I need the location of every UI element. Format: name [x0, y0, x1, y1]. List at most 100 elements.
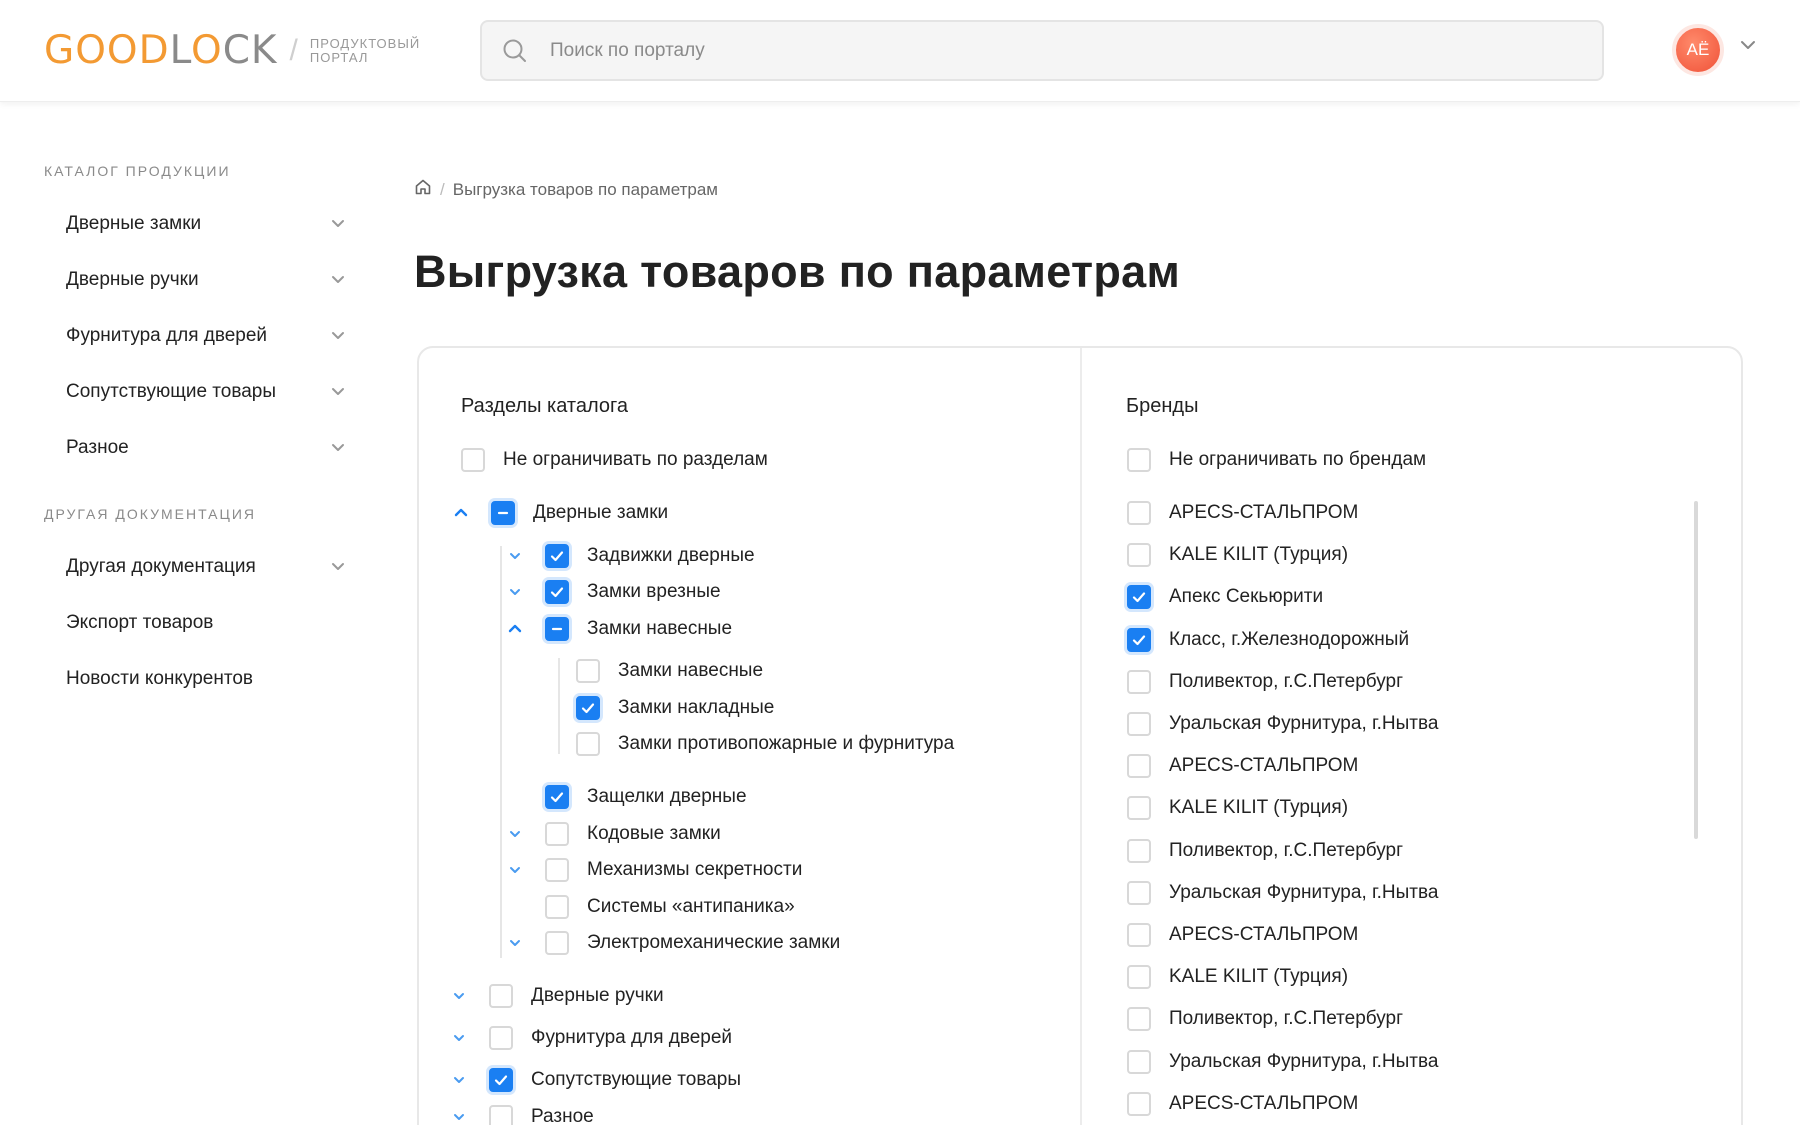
chevron-down-icon[interactable] — [330, 328, 346, 344]
brand-checkbox[interactable] — [1127, 796, 1151, 821]
checkbox-label: Замки противопожарные и фурнитура — [618, 733, 955, 754]
brand-row[interactable]: KALE KILIT (Турция) — [1127, 543, 1348, 568]
brand-row[interactable]: Уральская Фурнитура, г.Нытва — [1127, 712, 1438, 736]
section-checkbox[interactable] — [545, 895, 569, 919]
brand-checkbox[interactable] — [1127, 1007, 1151, 1032]
brand-row[interactable]: APECS-СТАЛЬПРОМ — [1127, 754, 1358, 779]
catalog-no-limit-row[interactable]: Не ограничивать по разделам — [461, 448, 768, 472]
section-checkbox[interactable] — [491, 501, 515, 525]
catalog-section-row[interactable]: Электромеханические замки — [545, 931, 840, 955]
sidebar-item-related-goods[interactable]: Сопутствующие товары — [66, 381, 346, 403]
chevron-up-icon[interactable] — [507, 621, 523, 637]
catalog-section-row[interactable]: Кодовые замки — [545, 822, 721, 846]
catalog-section-row[interactable]: Механизмы секретности — [545, 858, 802, 882]
chevron-down-icon[interactable] — [330, 440, 346, 456]
brand-row[interactable]: APECS-СТАЛЬПРОМ — [1127, 923, 1358, 947]
brand-checkbox[interactable] — [1127, 1091, 1151, 1116]
chevron-down-icon[interactable] — [507, 862, 523, 878]
sidebar-item-competitor-news[interactable]: Новости конкурентов — [66, 668, 346, 690]
sidebar-item-door-locks[interactable]: Дверные замки — [66, 213, 346, 235]
brand-row[interactable]: Класс, г.Железнодорожный — [1127, 627, 1409, 652]
section-checkbox[interactable] — [576, 696, 600, 720]
sidebar-item-export[interactable]: Экспорт товаров — [66, 612, 346, 634]
section-checkbox[interactable] — [576, 732, 600, 756]
chevron-down-icon[interactable] — [507, 935, 523, 951]
chevron-down-icon[interactable] — [1738, 38, 1758, 57]
section-checkbox[interactable] — [545, 822, 569, 846]
brand-row[interactable]: Поливектор, г.С.Петербург — [1127, 1007, 1403, 1032]
catalog-section-row[interactable]: Дверные замки — [491, 501, 668, 525]
section-checkbox[interactable] — [545, 785, 569, 809]
catalog-section-row[interactable]: Разное — [489, 1105, 594, 1125]
sidebar-item-label: Дверные ручки — [66, 269, 199, 290]
section-checkbox[interactable] — [545, 544, 569, 568]
chevron-down-icon[interactable] — [330, 272, 346, 288]
brand-checkbox[interactable] — [1127, 501, 1151, 525]
catalog-section-row[interactable]: Замки противопожарные и фурнитура — [576, 732, 954, 756]
goodlock-logo[interactable]: GOODLOCK / ПРОДУКТОВЫЙ ПОРТАЛ — [44, 28, 420, 73]
sidebar-item-door-handles[interactable]: Дверные ручки — [66, 269, 346, 291]
brand-checkbox[interactable] — [1127, 1049, 1151, 1074]
home-icon[interactable] — [414, 178, 432, 201]
section-checkbox[interactable] — [489, 1105, 513, 1125]
catalog-section-row[interactable]: Дверные ручки — [489, 984, 664, 1008]
brand-row[interactable]: Поливектор, г.С.Петербург — [1127, 838, 1403, 863]
brand-checkbox[interactable] — [1127, 754, 1151, 779]
chevron-down-icon[interactable] — [507, 826, 523, 842]
catalog-section-row[interactable]: Системы «антипаника» — [545, 895, 795, 919]
sidebar-item-other-docs[interactable]: Другая документация — [66, 556, 346, 578]
catalog-section-row[interactable]: Замки навесные — [545, 617, 732, 641]
chevron-down-icon[interactable] — [330, 384, 346, 400]
chevron-down-icon[interactable] — [330, 559, 346, 575]
chevron-down-icon[interactable] — [507, 584, 523, 600]
search-bar[interactable] — [480, 20, 1604, 81]
brands-scrollbar[interactable] — [1694, 501, 1698, 839]
section-checkbox[interactable] — [489, 984, 513, 1008]
brand-checkbox[interactable] — [1127, 838, 1151, 863]
brand-row[interactable]: KALE KILIT (Турция) — [1127, 965, 1348, 990]
brand-row[interactable]: KALE KILIT (Турция) — [1127, 796, 1348, 821]
sidebar-item-door-hardware[interactable]: Фурнитура для дверей — [66, 325, 346, 347]
search-input[interactable] — [550, 39, 1450, 62]
brand-checkbox[interactable] — [1127, 965, 1151, 990]
chevron-down-icon[interactable] — [330, 216, 346, 232]
section-checkbox[interactable] — [489, 1026, 513, 1050]
brand-row[interactable]: APECS-СТАЛЬПРОМ — [1127, 501, 1358, 525]
brand-checkbox[interactable] — [1127, 880, 1151, 905]
catalog-section-row[interactable]: Фурнитура для дверей — [489, 1026, 732, 1050]
brand-row[interactable]: Уральская Фурнитура, г.Нытва — [1127, 1049, 1438, 1074]
chevron-down-icon[interactable] — [451, 1109, 467, 1125]
section-checkbox[interactable] — [545, 617, 569, 641]
catalog-section-row[interactable]: Замки врезные — [545, 580, 721, 604]
section-checkbox[interactable] — [545, 858, 569, 882]
chevron-down-icon[interactable] — [451, 988, 467, 1004]
chevron-down-icon[interactable] — [451, 1030, 467, 1046]
brand-checkbox[interactable] — [1127, 669, 1151, 694]
avatar[interactable]: АЁ — [1672, 24, 1724, 76]
catalog-section-row[interactable]: Замки накладные — [576, 696, 774, 720]
chevron-down-icon[interactable] — [451, 1072, 467, 1088]
catalog-section-row[interactable]: Сопутствующие товары — [489, 1068, 741, 1092]
brand-checkbox[interactable] — [1127, 543, 1151, 568]
chevron-down-icon[interactable] — [507, 548, 523, 564]
no-limit-sections-checkbox[interactable] — [461, 448, 485, 472]
section-checkbox[interactable] — [545, 580, 569, 604]
brands-no-limit-row[interactable]: Не ограничивать по брендам — [1127, 448, 1426, 472]
catalog-section-row[interactable]: Задвижки дверные — [545, 544, 755, 568]
catalog-section-row[interactable]: Замки навесные — [576, 659, 763, 683]
section-checkbox[interactable] — [545, 931, 569, 955]
brand-row[interactable]: APECS-СТАЛЬПРОМ — [1127, 1091, 1358, 1116]
brand-checkbox[interactable] — [1127, 923, 1151, 947]
section-checkbox[interactable] — [489, 1068, 513, 1092]
catalog-section-row[interactable]: Защелки дверные — [545, 785, 747, 809]
brand-row[interactable]: Уральская Фурнитура, г.Нытва — [1127, 880, 1438, 905]
section-checkbox[interactable] — [576, 659, 600, 683]
sidebar-item-misc[interactable]: Разное — [66, 437, 346, 459]
brand-checkbox[interactable] — [1127, 712, 1151, 736]
chevron-up-icon[interactable] — [453, 505, 469, 521]
brand-row[interactable]: Поливектор, г.С.Петербург — [1127, 669, 1403, 694]
brand-row[interactable]: Апекс Секьюрити — [1127, 585, 1323, 610]
brand-checkbox[interactable] — [1127, 627, 1151, 652]
no-limit-brands-checkbox[interactable] — [1127, 448, 1151, 472]
brand-checkbox[interactable] — [1127, 585, 1151, 610]
